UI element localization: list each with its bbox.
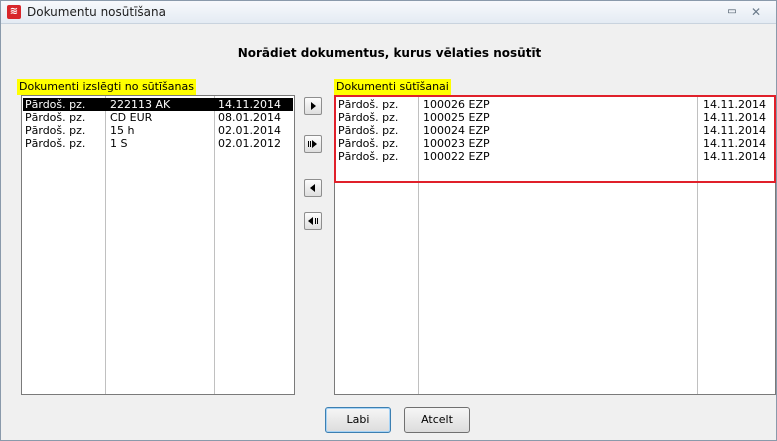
arrow-left-icon (310, 184, 315, 192)
cell-type: Pārdoš. pz. (25, 124, 86, 137)
cell-number: 222113 AK (110, 98, 171, 111)
excluded-documents-list[interactable]: Pārdoš. pz. 222113 AK 14.11.2014 Pārdoš. pz… (21, 95, 295, 395)
list-row[interactable]: Pārdoš. pz. 15 h 02.01.2014 (23, 124, 293, 137)
window-title: Dokumentu nosūtīšana (27, 5, 166, 19)
minimize-button[interactable]: ▭ (723, 4, 741, 20)
move-all-left-button[interactable] (304, 212, 322, 230)
cell-type: Pārdoš. pz. (25, 137, 86, 150)
move-all-right-button[interactable] (304, 135, 322, 153)
cell-date: 02.01.2012 (218, 137, 281, 150)
annotation-highlight-box (334, 95, 776, 183)
dialog-heading: Norādiet dokumentus, kurus vēlaties nosū… (237, 46, 542, 60)
cell-date: 08.01.2014 (218, 111, 281, 124)
ok-button[interactable]: Labi (325, 407, 391, 433)
close-button[interactable]: ✕ (747, 4, 765, 20)
arrow-right-all-icon (308, 140, 317, 148)
cell-date: 02.01.2014 (218, 124, 281, 137)
app-logo-icon: ≋ (7, 5, 21, 19)
cell-number: 15 h (110, 124, 135, 137)
move-left-button[interactable] (304, 179, 322, 197)
to-send-list-label: Dokumenti sūtīšanai (334, 79, 451, 95)
excluded-list-label: Dokumenti izslēgti no sūtīšanas (17, 79, 196, 95)
title-bar: ≋ Dokumentu nosūtīšana ▭ ✕ (1, 1, 776, 24)
arrow-left-all-icon (308, 217, 318, 225)
dialog-window: ≋ Dokumentu nosūtīšana ▭ ✕ Norādiet doku… (0, 0, 777, 441)
cell-type: Pārdoš. pz. (25, 111, 86, 124)
cell-number: CD EUR (110, 111, 153, 124)
cancel-button[interactable]: Atcelt (404, 407, 470, 433)
list-row[interactable]: Pārdoš. pz. CD EUR 08.01.2014 (23, 111, 293, 124)
cell-number: 1 S (110, 137, 128, 150)
move-right-button[interactable] (304, 97, 322, 115)
cell-date: 14.11.2014 (218, 98, 281, 111)
arrow-right-icon (311, 102, 316, 110)
list-row[interactable]: Pārdoš. pz. 222113 AK 14.11.2014 (23, 98, 293, 111)
list-row[interactable]: Pārdoš. pz. 1 S 02.01.2012 (23, 137, 293, 150)
cell-type: Pārdoš. pz. (25, 98, 86, 111)
